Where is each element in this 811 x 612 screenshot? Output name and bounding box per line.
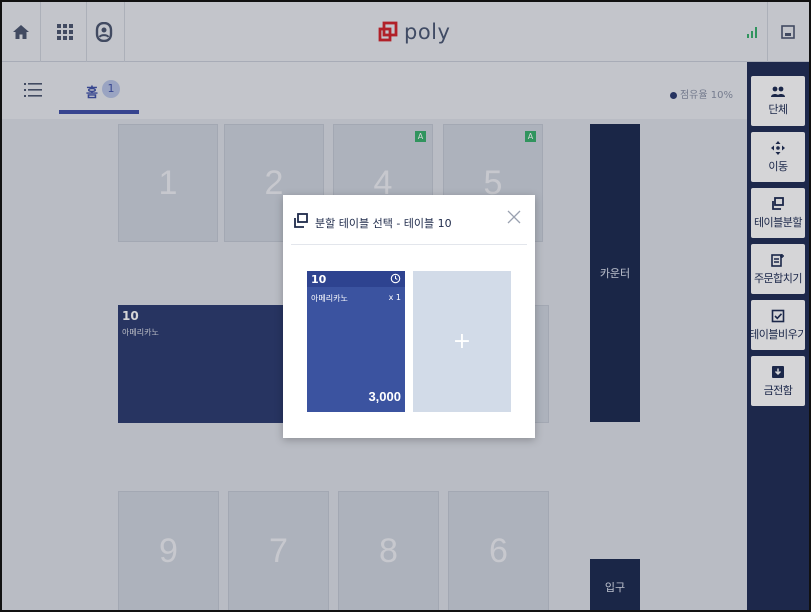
split-card-number: 10 — [311, 273, 327, 286]
split-card-qty: x 1 — [388, 293, 401, 302]
modal-header: 분할 테이블 선택 - 테이블 10 — [291, 207, 527, 245]
split-table-icon — [294, 213, 308, 228]
app-frame: poly 홈 1 점유율 10% 1 2 4 A 5 A 10 아메리카노 카운… — [0, 0, 811, 612]
plus-icon: + — [452, 329, 472, 354]
modal-title: 분할 테이블 선택 - 테이블 10 — [315, 217, 452, 230]
add-split-button[interactable]: + — [413, 271, 511, 412]
split-card-header: 10 — [307, 271, 405, 287]
split-table-card[interactable]: 10 아메리카노 x 1 3,000 — [307, 271, 405, 412]
close-icon[interactable] — [507, 209, 525, 227]
clock-icon — [390, 273, 401, 284]
split-card-total: 3,000 — [368, 389, 401, 404]
split-card-item: 아메리카노 — [311, 294, 348, 303]
split-table-modal: 분할 테이블 선택 - 테이블 10 10 아메리카노 x 1 3,000 + — [283, 195, 535, 438]
